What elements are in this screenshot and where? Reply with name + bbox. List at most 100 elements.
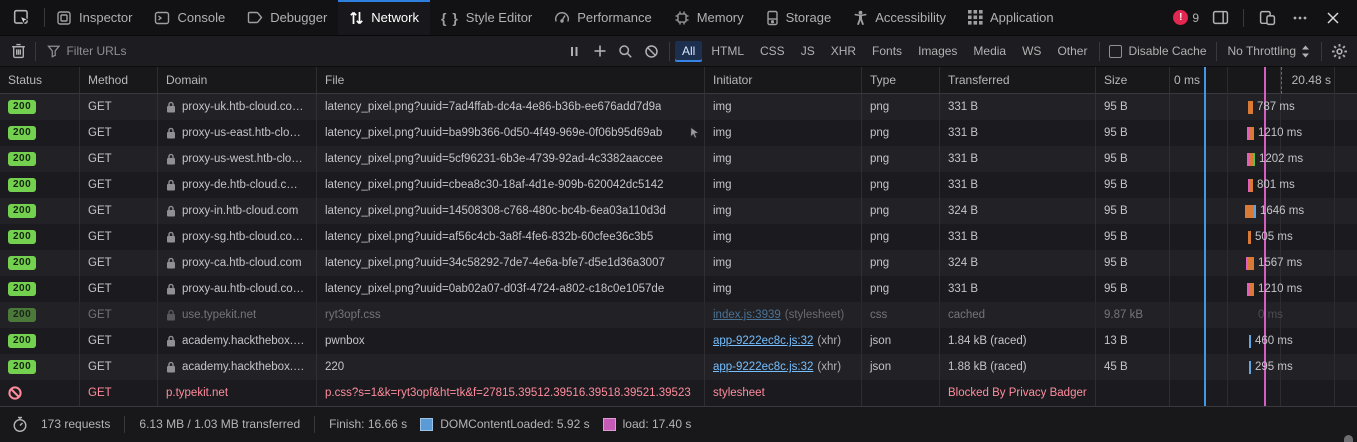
dcl-legend-swatch — [420, 417, 434, 431]
domain-cell: proxy-uk.htb-cloud.co… — [158, 94, 317, 120]
domain-text: proxy-us-east.htb-clo… — [182, 127, 301, 139]
size-cell: 95 B — [1096, 146, 1170, 172]
network-request-row[interactable]: 200 GET academy.hackthebox.… 220 app-9222ec8… — [0, 354, 1357, 380]
status-cell: 200 — [0, 172, 80, 198]
filter-pill-fonts[interactable]: Fonts — [865, 41, 909, 62]
network-statusbar: 173 requests 6.13 MB / 1.03 MB transferr… — [0, 406, 1357, 441]
filter-pill-css[interactable]: CSS — [753, 41, 792, 62]
vertical-scrollbar-thumb[interactable] — [1344, 435, 1353, 442]
tab-console[interactable]: Console — [143, 0, 236, 35]
disable-cache-checkbox[interactable] — [1109, 44, 1123, 58]
type-cell — [862, 380, 940, 406]
column-header-status[interactable]: Status — [0, 67, 80, 93]
close-icon[interactable] — [1321, 6, 1345, 30]
timing-bar — [1246, 256, 1254, 270]
lock-icon — [166, 283, 176, 295]
tab-style-editor[interactable]: { } Style Editor — [430, 0, 543, 35]
initiator-cell: index.js:3939 (stylesheet) — [705, 302, 862, 328]
block-url-icon[interactable] — [640, 39, 664, 63]
network-request-row[interactable]: 200 GET proxy-ca.htb-cloud.com latency_pixe… — [0, 250, 1357, 276]
split-console-icon[interactable] — [1208, 6, 1232, 30]
network-request-row[interactable]: 200 GET proxy-au.htb-cloud.co… latency_pixe… — [0, 276, 1357, 302]
waterfall-cell: 460 ms — [1170, 328, 1357, 354]
network-request-row[interactable]: 200 GET proxy-us-east.htb-clo… latency_pixe… — [0, 120, 1357, 146]
clear-requests-icon[interactable] — [6, 39, 30, 63]
initiator-link[interactable]: app-9222ec8c.js:32 — [713, 335, 813, 347]
column-header-transferred[interactable]: Transferred — [940, 67, 1096, 93]
method-cell: GET — [80, 328, 158, 354]
disable-cache-control[interactable]: Disable Cache — [1105, 44, 1210, 58]
initiator-link[interactable]: index.js:3939 — [713, 309, 781, 321]
file-cell: latency_pixel.png?uuid=ba99b366-0d50-4f4… — [317, 120, 705, 146]
disable-cache-label: Disable Cache — [1128, 44, 1207, 58]
transferred-cell: cached — [940, 302, 1096, 328]
network-request-row[interactable]: 200 GET proxy-de.htb-cloud.c… latency_pixel… — [0, 172, 1357, 198]
filter-pill-other[interactable]: Other — [1050, 41, 1094, 62]
settings-gear-icon[interactable] — [1327, 39, 1351, 63]
request-count[interactable]: 173 requests — [41, 417, 110, 431]
initiator-text: img — [713, 283, 732, 295]
timing-bar — [1247, 282, 1254, 296]
tab-memory[interactable]: Memory — [663, 0, 755, 35]
menu-icon[interactable] — [1288, 6, 1312, 30]
tab-accessibility[interactable]: Accessibility — [842, 0, 957, 35]
network-request-row[interactable]: 200 GET proxy-sg.htb-cloud.co… latency_pixe… — [0, 224, 1357, 250]
filter-pill-all[interactable]: All — [674, 40, 703, 62]
filter-pill-media[interactable]: Media — [966, 41, 1013, 62]
file-cell: latency_pixel.png?uuid=7ad4ffab-dc4a-4e8… — [317, 94, 705, 120]
network-toolbar: AllHTMLCSSJSXHRFontsImagesMediaWSOther D… — [0, 36, 1357, 67]
status-badge: 200 — [8, 360, 37, 374]
column-header-initiator[interactable]: Initiator — [705, 67, 862, 93]
column-header-type[interactable]: Type — [862, 67, 940, 93]
column-header-waterfall[interactable]: 0 ms 20.48 s — [1170, 67, 1357, 93]
status-badge: 200 — [8, 126, 37, 140]
waterfall-cell: 1210 ms — [1170, 120, 1357, 146]
tab-storage[interactable]: Storage — [755, 0, 843, 35]
search-icon[interactable] — [614, 39, 638, 63]
filter-pill-html[interactable]: HTML — [704, 41, 751, 62]
filter-pill-js[interactable]: JS — [794, 41, 822, 62]
timing-label: 1646 ms — [1260, 205, 1305, 217]
new-request-icon[interactable] — [588, 39, 612, 63]
lock-icon — [166, 257, 176, 269]
filter-pill-images[interactable]: Images — [911, 41, 964, 62]
column-header-domain[interactable]: Domain — [158, 67, 317, 93]
network-request-row[interactable]: 200 GET proxy-uk.htb-cloud.co… latency_pixe… — [0, 94, 1357, 120]
filter-urls-input[interactable] — [66, 44, 562, 58]
tab-debugger[interactable]: Debugger — [236, 0, 338, 35]
initiator-text: img — [713, 205, 732, 217]
lock-icon — [166, 127, 176, 139]
tab-performance[interactable]: Performance — [543, 0, 662, 35]
waterfall-cell: 1202 ms — [1170, 146, 1357, 172]
tab-inspector[interactable]: Inspector — [45, 0, 143, 35]
file-text: latency_pixel.png?uuid=7ad4ffab-dc4a-4e8… — [325, 101, 662, 113]
initiator-link[interactable]: app-9222ec8c.js:32 — [713, 361, 813, 373]
network-request-row[interactable]: 200 GET academy.hackthebox.… pwnbox app-9222… — [0, 328, 1357, 354]
responsive-design-mode-icon[interactable] — [1255, 6, 1279, 30]
tab-application[interactable]: Application — [957, 0, 1065, 35]
column-header-size[interactable]: Size — [1096, 67, 1170, 93]
error-count-badge[interactable]: ! 9 — [1173, 10, 1199, 25]
initiator-cell: img — [705, 146, 862, 172]
column-header-file[interactable]: File — [317, 67, 705, 93]
tab-network[interactable]: Network — [338, 0, 430, 35]
network-request-row[interactable]: 200 GET proxy-in.htb-cloud.com latency_pixe… — [0, 198, 1357, 224]
timing-label: 1210 ms — [1258, 127, 1303, 139]
finish-time: Finish: 16.66 s — [329, 417, 408, 431]
domain-text: academy.hackthebox.… — [182, 335, 305, 347]
tab-label: Console — [177, 10, 226, 25]
type-cell: css — [862, 302, 940, 328]
column-header-method[interactable]: Method — [80, 67, 158, 93]
filter-pill-xhr[interactable]: XHR — [824, 41, 863, 62]
pause-traffic-icon[interactable] — [562, 39, 586, 63]
network-request-row[interactable]: 200 GET proxy-us-west.htb-clo… latency_pixe… — [0, 146, 1357, 172]
filter-pill-ws[interactable]: WS — [1015, 41, 1048, 62]
initiator-text: img — [713, 127, 732, 139]
throttling-dropdown[interactable]: No Throttling — [1222, 44, 1316, 58]
network-request-row[interactable]: 200 GET use.typekit.net ryt3opf.css index.js… — [0, 302, 1357, 328]
lock-icon — [166, 179, 176, 191]
pick-element-icon[interactable] — [10, 6, 34, 30]
transferred-summary: 6.13 MB / 1.03 MB transferred — [139, 417, 301, 431]
accessibility-icon — [853, 10, 868, 26]
network-request-row[interactable]: GET p.typekit.net p.css?s=1&k=ryt3opf&ht=t… — [0, 380, 1357, 406]
